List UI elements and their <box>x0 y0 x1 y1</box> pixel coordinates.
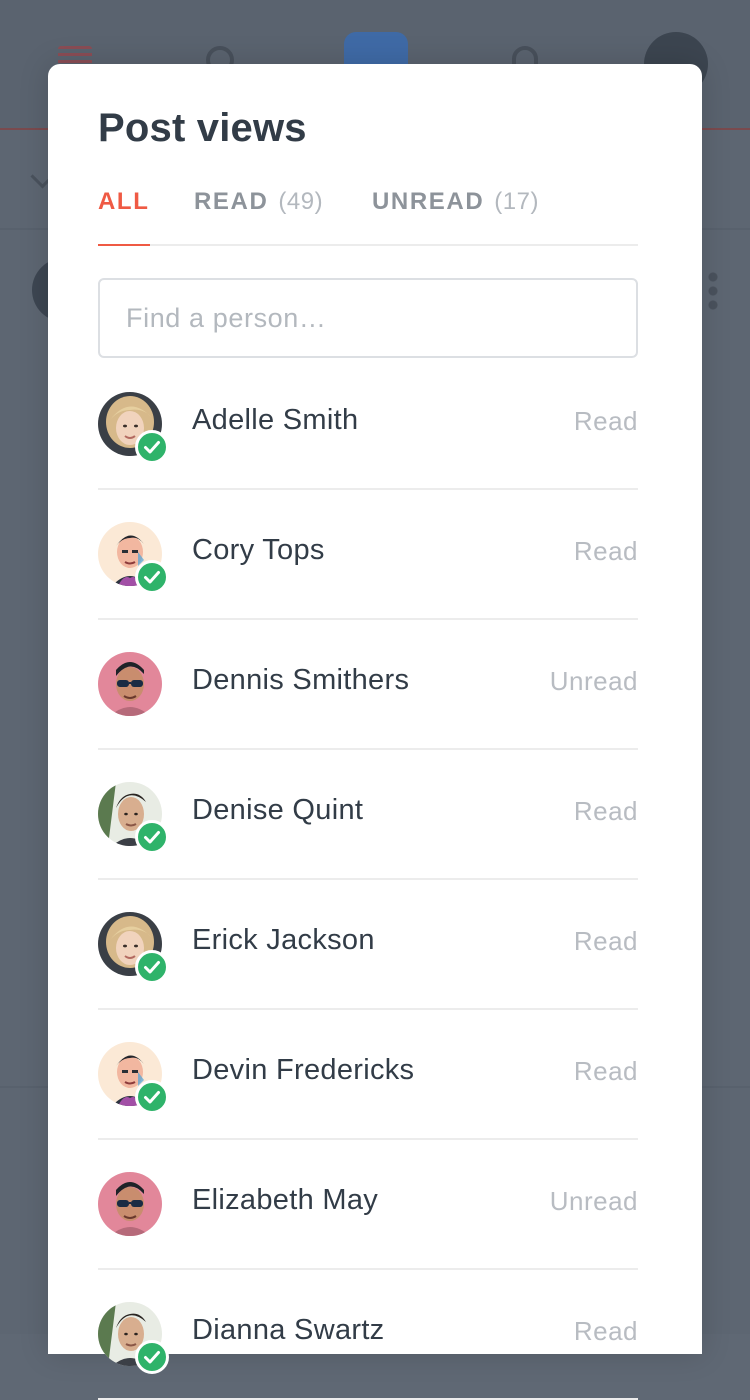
tab-unread-label: UNREAD <box>372 188 485 215</box>
avatar-man-sunglasses <box>98 1172 162 1236</box>
more-options-icon <box>708 270 718 312</box>
modal-title: Post views <box>98 106 307 150</box>
avatar <box>98 652 162 716</box>
person-name: Elizabeth May <box>192 1184 379 1216</box>
read-status: Read <box>573 406 638 436</box>
tab-all[interactable]: ALL <box>98 188 150 246</box>
person-row[interactable]: Erick Jackson Read <box>98 880 638 1010</box>
check-icon <box>135 430 169 464</box>
person-name: Dianna Swartz <box>192 1314 385 1346</box>
person-row[interactable]: Adelle Smith Read <box>98 360 638 490</box>
tab-all-label: ALL <box>98 188 150 215</box>
tab-read[interactable]: READ (49) <box>194 188 323 244</box>
read-status: Read <box>573 536 638 566</box>
read-status: Unread <box>549 1186 638 1216</box>
avatar <box>98 1042 169 1114</box>
check-icon <box>135 560 169 594</box>
tab-unread-count: (17) <box>494 188 539 215</box>
person-name: Dennis Smithers <box>192 664 410 696</box>
avatar <box>98 782 169 854</box>
read-status: Unread <box>549 666 638 696</box>
person-name: Adelle Smith <box>192 404 359 436</box>
person-name: Erick Jackson <box>192 924 375 956</box>
people-list: Adelle Smith Read Cory Tops Read Dennis … <box>98 360 638 1400</box>
avatar <box>98 522 169 594</box>
tab-unread[interactable]: UNREAD (17) <box>372 188 539 244</box>
check-icon <box>135 820 169 854</box>
active-tab-indicator <box>98 244 150 246</box>
check-icon <box>135 1340 169 1374</box>
find-person-input[interactable] <box>98 278 638 358</box>
check-icon <box>135 950 169 984</box>
person-row[interactable]: Dianna Swartz Read <box>98 1270 638 1400</box>
read-status: Read <box>573 1316 638 1346</box>
person-row[interactable]: Cory Tops Read <box>98 490 638 620</box>
person-name: Cory Tops <box>192 534 325 566</box>
person-row[interactable]: Dennis Smithers Unread <box>98 620 638 750</box>
filter-tabs: ALL READ (49) UNREAD (17) <box>98 184 638 246</box>
post-views-modal: Post views ALL READ (49) UNREAD (17) Adell… <box>48 64 702 1400</box>
person-row[interactable]: Elizabeth May Unread <box>98 1140 638 1270</box>
read-status: Read <box>573 796 638 826</box>
read-status: Read <box>573 1056 638 1086</box>
tab-read-label: READ <box>194 188 269 215</box>
avatar <box>98 912 169 984</box>
person-row[interactable]: Devin Fredericks Read <box>98 1010 638 1140</box>
tab-read-count: (49) <box>278 188 324 215</box>
person-name: Devin Fredericks <box>192 1054 415 1086</box>
avatar-man-sunglasses <box>98 652 162 716</box>
read-status: Read <box>573 926 638 956</box>
person-row[interactable]: Denise Quint Read <box>98 750 638 880</box>
avatar <box>98 392 169 464</box>
person-name: Denise Quint <box>192 794 364 826</box>
avatar <box>98 1302 169 1374</box>
check-icon <box>135 1080 169 1114</box>
avatar <box>98 1172 162 1236</box>
